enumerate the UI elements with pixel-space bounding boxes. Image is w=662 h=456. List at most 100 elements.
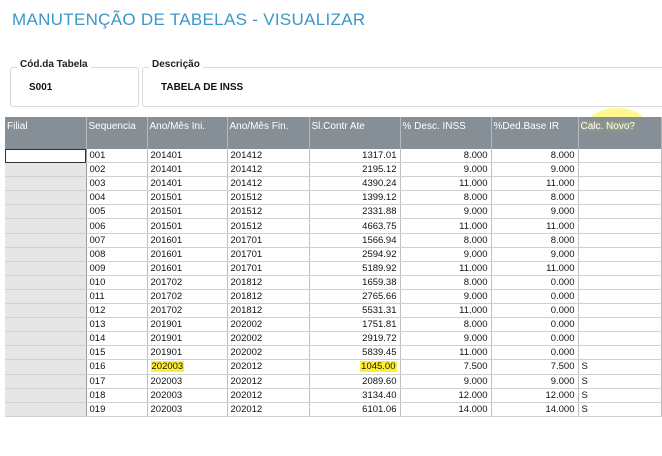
cell-ded-base-ir: 9.000 [491,204,579,220]
table-row[interactable]: 002 201401 201412 2195.12 9.000 9.000 [5,162,662,178]
table-row[interactable]: 015 201901 202002 5839.45 11.000 0.000 [5,345,662,361]
table-row[interactable]: 011 201702 201812 2765.66 9.000 0.000 [5,289,662,305]
codigo-tabela-label: Cód.da Tabela [17,59,91,70]
cell-sequencia: 002 [86,162,148,178]
cell-filial[interactable] [5,190,87,206]
cell-filial[interactable] [5,388,87,403]
cell-ded-base-ir: 0.000 [491,331,579,347]
cell-sl-contr-ate: 3134.40 [309,388,401,403]
cell-sequencia: 019 [86,402,148,417]
cell-filial[interactable] [5,374,87,389]
column-header-filial[interactable]: Filial [5,117,87,149]
cell-desc-inss: 11.000 [400,261,492,276]
cell-ano-mes-ini: 201501 [147,218,228,234]
table-row[interactable]: 013 201901 202002 1751.81 8.000 0.000 [5,317,662,333]
cell-ano-mes-ini: 201901 [147,317,228,333]
cell-sl-contr-ate: 2331.88 [309,204,401,220]
descricao-label: Descrição [149,59,203,70]
cell-calc-novo: S [578,359,662,375]
column-header-sl-contr-ate[interactable]: Sl.Contr Ate [309,117,401,149]
cell-sl-contr-ate: 1045.00 [309,359,401,375]
cell-sequencia: 010 [86,275,148,290]
cell-filial[interactable] [5,162,87,178]
cell-ano-mes-ini: 201501 [147,204,228,220]
cell-sl-contr-ate: 2765.66 [309,289,401,305]
table-row[interactable]: 005 201501 201512 2331.88 9.000 9.000 [5,204,662,220]
table-row[interactable]: 007 201601 201701 1566.94 8.000 8.000 [5,233,662,248]
cell-filial[interactable] [5,218,87,234]
table-row[interactable]: 003 201401 201412 4390.24 11.000 11.000 [5,176,662,192]
cell-sl-contr-ate: 1566.94 [309,233,401,248]
cell-sl-contr-ate: 2089.60 [309,374,401,389]
cell-desc-inss: 8.000 [400,149,492,164]
table-row[interactable]: 016 202003 202012 1045.00 7.500 7.500 S [5,359,662,375]
column-header-ano-mes-ini[interactable]: Ano/Mês Ini. [147,117,228,149]
cell-filial[interactable] [5,345,87,361]
table-row[interactable]: 004 201501 201512 1399.12 8.000 8.000 [5,190,662,206]
codigo-tabela-field[interactable]: Cód.da Tabela S001 [10,59,139,107]
column-header-desc-inss[interactable]: % Desc. INSS [400,117,492,149]
cell-desc-inss: 9.000 [400,289,492,305]
cell-filial[interactable] [5,359,87,375]
cell-ano-mes-fin: 201701 [227,261,310,276]
table-row[interactable]: 006 201501 201512 4663.75 11.000 11.000 [5,218,662,234]
column-header-ano-mes-fin[interactable]: Ano/Mês Fin. [227,117,310,149]
column-header-sequencia[interactable]: Sequencia [86,117,148,149]
cell-sl-contr-ate: 6101.06 [309,402,401,417]
table-row[interactable]: 014 201901 202002 2919.72 9.000 0.000 [5,331,662,347]
cell-ano-mes-fin: 202002 [227,317,310,333]
cell-sequencia: 005 [86,204,148,220]
cell-ano-mes-fin: 201512 [227,218,310,234]
table-row[interactable]: 010 201702 201812 1659.38 8.000 0.000 [5,275,662,290]
table-row[interactable]: 008 201601 201701 2594.92 9.000 9.000 [5,247,662,262]
cell-ano-mes-ini: 201601 [147,247,228,262]
cell-sl-contr-ate: 4390.24 [309,176,401,192]
table-row[interactable]: 009 201601 201701 5189.92 11.000 11.000 [5,261,662,276]
cell-ded-base-ir: 0.000 [491,317,579,333]
descricao-field[interactable]: Descrição TABELA DE INSS [142,59,662,107]
cell-filial[interactable] [5,247,87,262]
cell-ano-mes-fin: 201412 [227,149,310,164]
table-row[interactable]: 019 202003 202012 6101.06 14.000 14.000 S [5,402,662,417]
column-header-ded-base-ir[interactable]: %Ded.Base IR [491,117,579,149]
cell-ano-mes-fin: 202012 [227,402,310,417]
cell-calc-novo [578,176,662,192]
cell-ded-base-ir: 12.000 [491,388,579,403]
cell-ded-base-ir: 9.000 [491,247,579,262]
cell-sequencia: 017 [86,374,148,389]
cell-ano-mes-ini: 201601 [147,261,228,276]
cell-filial[interactable] [5,233,87,248]
cell-ded-base-ir: 9.000 [491,162,579,178]
table-row[interactable]: 017 202003 202012 2089.60 9.000 9.000 S [5,374,662,389]
cell-filial[interactable] [5,331,87,347]
cell-ano-mes-fin: 201412 [227,162,310,178]
cell-ded-base-ir: 7.500 [491,359,579,375]
cell-calc-novo [578,204,662,220]
grid-header-row: Filial Sequencia Ano/Mês Ini. Ano/Mês Fin. S… [5,117,662,149]
cell-filial[interactable] [5,275,87,290]
cell-sl-contr-ate: 1399.12 [309,190,401,206]
cell-filial[interactable] [5,176,87,192]
cell-filial[interactable] [5,261,87,276]
cell-filial[interactable] [5,303,87,319]
cell-sequencia: 011 [86,289,148,305]
table-row[interactable]: 018 202003 202012 3134.40 12.000 12.000 S [5,388,662,403]
cell-desc-inss: 8.000 [400,275,492,290]
table-row[interactable]: 012 201702 201812 5531.31 11.000 0.000 [5,303,662,319]
cell-ano-mes-ini: 201501 [147,190,228,206]
cell-calc-novo [578,218,662,234]
cell-filial[interactable] [5,149,87,164]
cell-filial[interactable] [5,289,87,305]
cell-ano-mes-ini: 202003 [147,374,228,389]
cell-sl-contr-ate: 1751.81 [309,317,401,333]
cell-ano-mes-fin: 201812 [227,275,310,290]
column-header-calc-novo[interactable]: Calc. Novo? [578,117,662,149]
cell-filial[interactable] [5,402,87,417]
cell-ano-mes-ini: 202003 [147,402,228,417]
cell-calc-novo [578,331,662,347]
cell-filial[interactable] [5,317,87,333]
cell-desc-inss: 11.000 [400,303,492,319]
cell-filial[interactable] [5,204,87,220]
cell-desc-inss: 14.000 [400,402,492,417]
table-row[interactable]: 001 201401 201412 1317.01 8.000 8.000 [5,149,662,164]
